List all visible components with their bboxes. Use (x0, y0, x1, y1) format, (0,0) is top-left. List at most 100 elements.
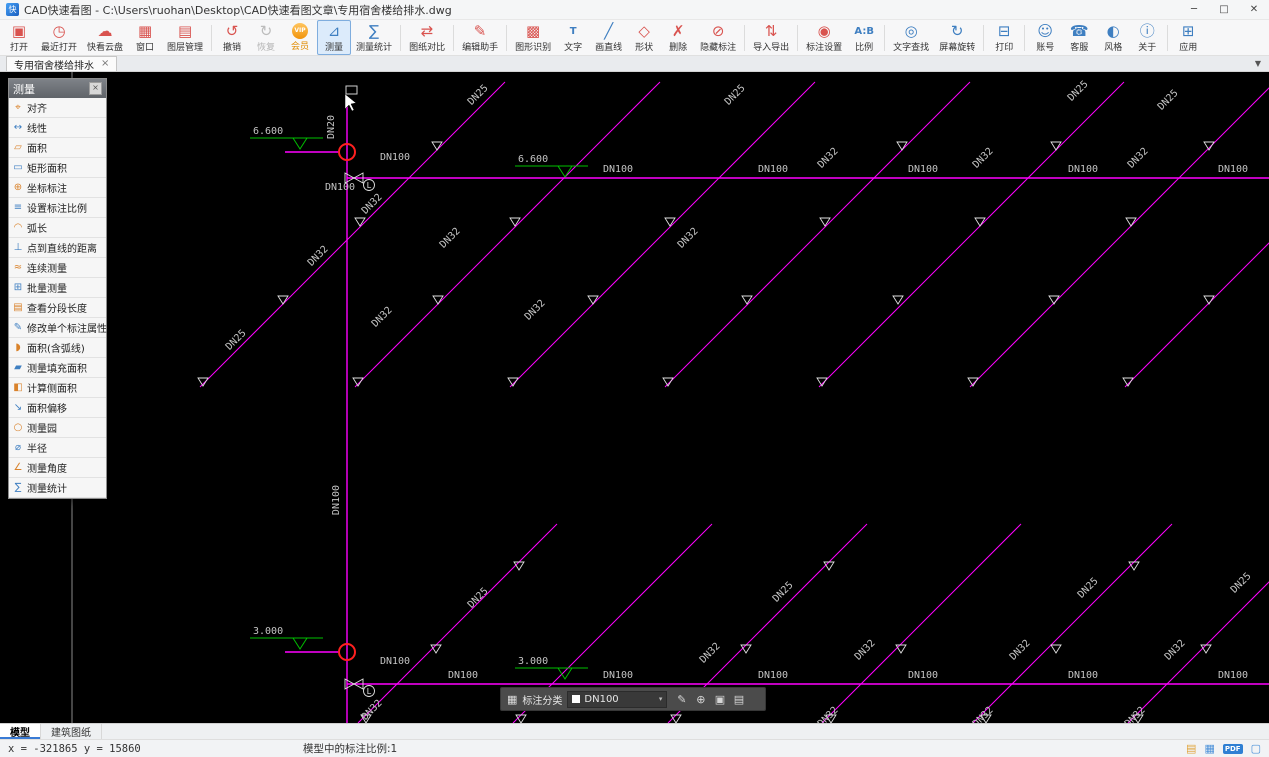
toolbar-measure-button[interactable]: ⊿ 测量 (317, 20, 352, 55)
edit-icon[interactable]: ✎ (672, 693, 691, 706)
text-icon: T (569, 25, 577, 37)
measure-panel-item[interactable]: ✎ 修改单个标注属性 (9, 318, 107, 338)
measure-panel-item[interactable]: ◧ 计算侧面积 (9, 378, 106, 398)
toolbar-print-button[interactable]: ⊟ 打印 (987, 20, 1021, 55)
toolbar-layer-manager-button[interactable]: ▤ 图层管理 (162, 20, 208, 55)
sheet-tab-模型[interactable]: 模型 (0, 724, 41, 739)
measure-panel-item[interactable]: ∑ 测量统计 (9, 478, 106, 498)
toolbar-apps-button[interactable]: ⊞ 应用 (1171, 20, 1205, 55)
toolbar-annotation-settings-button[interactable]: ◉ 标注设置 (801, 20, 847, 55)
toolbar-screen-rotate-label: 屏幕旋转 (939, 42, 976, 53)
measure-panel-item[interactable]: ▭ 矩形面积 (9, 158, 106, 178)
toolbar-hide-annotations-button[interactable]: ⊘ 隐藏标注 (695, 20, 741, 55)
measure-panel-item[interactable]: ◠ 弧长 (9, 218, 106, 238)
toolbar-screen-rotate-button[interactable]: ↻ 屏幕旋转 (934, 20, 980, 55)
classification-dropdown[interactable]: DN100 ▾ (567, 690, 668, 708)
measure-panel-item[interactable]: ≈ 连续测量 (9, 258, 106, 278)
measure-panel-title: 测量 (13, 82, 35, 96)
measure-panel-item[interactable]: ◗ 面积(含弧线) (9, 338, 106, 358)
toolbar-customer-service-button[interactable]: ☎ 客服 (1062, 20, 1096, 55)
folder-icon[interactable]: ▤ (1186, 742, 1196, 755)
toolbar-account-button[interactable]: ☺ 账号 (1028, 20, 1062, 55)
toolbar-text-button[interactable]: T 文字 (556, 20, 590, 55)
svg-text:DN32: DN32 (523, 298, 548, 323)
window-icon: ▦ (137, 21, 153, 40)
measure-item-label: 对齐 (27, 104, 47, 115)
measure-item-icon: ◠ (13, 222, 23, 233)
copy-icon[interactable]: ▣ (710, 693, 729, 706)
measure-panel-close-icon[interactable]: × (89, 82, 102, 95)
measure-panel-item[interactable]: ⌖ 对齐 (9, 98, 106, 118)
shape-recognition-icon: ▩ (526, 21, 541, 40)
measure-panel-item[interactable]: ▱ 面积 (9, 138, 106, 158)
svg-text:DN25: DN25 (1229, 571, 1254, 596)
measure-panel-item[interactable]: ⌀ 半径 (9, 438, 106, 458)
drawing-canvas[interactable]: DN100 DN100 DN100 DN100 DN100 DN100 DN100 DN32 D… (0, 72, 1269, 723)
svg-text:DN32: DN32 (306, 244, 331, 269)
toolbar-vip-label: 会员 (291, 42, 310, 52)
toolbar-measure-stats-label: 测量统计 (356, 42, 393, 53)
measure-panel-item[interactable]: ○ 测量园 (9, 418, 106, 438)
toolbar-edit-assistant-button[interactable]: ✎ 编辑助手 (457, 20, 503, 55)
image-icon[interactable]: ▦ (1204, 742, 1214, 755)
toolbar-open-button[interactable]: ▣ 打开 (2, 20, 36, 55)
document-tab[interactable]: 专用宿舍楼给排水 × (6, 56, 118, 72)
toolbar-about-button[interactable]: ⓘ 关于 (1130, 20, 1164, 55)
toolbar-measure-stats-button[interactable]: ∑ 测量统计 (351, 20, 397, 55)
measure-item-label: 面积 (27, 144, 47, 155)
toolbar-redo-button[interactable]: ↻ 恢复 (249, 20, 283, 55)
pdf-icon[interactable]: PDF (1222, 743, 1243, 754)
minimize-button[interactable]: ─ (1179, 0, 1209, 19)
move-icon[interactable]: ⊕ (691, 693, 710, 706)
toolbar-vip-button[interactable]: VIP 会员 (283, 20, 317, 55)
measure-panel-item[interactable]: ⊥ 点到直线的距离 (9, 238, 106, 258)
toolbar-drawing-compare-button[interactable]: ⇄ 图纸对比 (404, 20, 450, 55)
sheet-tab-bar: 模型 建筑图纸 (0, 723, 1269, 739)
measure-panel-header[interactable]: 测量 × (9, 79, 106, 98)
measure-panel-item[interactable]: ≡ 设置标注比例 (9, 198, 106, 218)
svg-text:DN100: DN100 (603, 164, 633, 175)
measure-panel-item[interactable]: ▰ 测量填充面积 (9, 358, 106, 378)
measure-panel-item[interactable]: ↘ 面积偏移 (9, 398, 106, 418)
measure-panel-item[interactable]: ⊕ 坐标标注 (9, 178, 106, 198)
toolbar-delete-button[interactable]: ✗ 删除 (661, 20, 695, 55)
annotation-scale-info: 模型中的标注比例:1 (303, 743, 398, 755)
maximize-button[interactable]: □ (1209, 0, 1239, 19)
close-button[interactable]: ✕ (1239, 0, 1269, 19)
tab-close-icon[interactable]: × (101, 59, 109, 69)
svg-text:DN100: DN100 (331, 485, 342, 515)
toolbar-text-search-button[interactable]: ◎ 文字查找 (888, 20, 934, 55)
toolbar-drawing-compare-label: 图纸对比 (409, 42, 446, 53)
toolbar-draw-line-button[interactable]: ╱ 画直线 (590, 20, 627, 55)
toolbar-undo-button[interactable]: ↺ 撤销 (215, 20, 249, 55)
toolbar-account-label: 账号 (1036, 42, 1055, 53)
screen-icon[interactable]: ▢ (1251, 742, 1261, 755)
toolbar-window-button[interactable]: ▦ 窗口 (128, 20, 162, 55)
measure-item-icon: ∑ (14, 482, 22, 493)
svg-text:DN100: DN100 (1218, 670, 1248, 681)
measure-panel-item[interactable]: ∠ 测量角度 (9, 458, 106, 478)
paste-icon[interactable]: ▤ (729, 693, 748, 706)
apps-icon: ⊞ (1181, 21, 1195, 40)
toolbar-scale-button[interactable]: A:B 比例 (847, 20, 881, 55)
customer-service-icon: ☎ (1069, 21, 1089, 40)
sheet-tab-建筑图纸[interactable]: 建筑图纸 (41, 724, 102, 739)
style-icon: ◐ (1106, 21, 1120, 40)
tab-overflow-icon[interactable]: ▼ (1247, 56, 1269, 71)
toolbar-recent-open-button[interactable]: ◷ 最近打开 (36, 20, 82, 55)
measure-item-icon: ▭ (13, 162, 23, 173)
toolbar-apps-label: 应用 (1179, 42, 1198, 53)
app-logo-icon: 快 (6, 3, 19, 16)
chevron-down-icon: ▾ (658, 695, 663, 703)
toolbar-shapes-button[interactable]: ◇ 形状 (627, 20, 661, 55)
toolbar-import-export-button[interactable]: ⇅ 导入导出 (748, 20, 794, 55)
toolbar-cloud-drive-button[interactable]: ☁ 快看云盘 (82, 20, 128, 55)
toolbar-style-button[interactable]: ◐ 风格 (1096, 20, 1130, 55)
measure-item-icon: ≈ (13, 262, 23, 273)
svg-text:3.000: 3.000 (518, 656, 548, 667)
measure-panel-item[interactable]: ▤ 查看分段长度 (9, 298, 106, 318)
measure-panel-item[interactable]: ⊞ 批量测量 (9, 278, 106, 298)
measure-panel-item[interactable]: ↔ 线性 (9, 118, 106, 138)
toolbar-customer-service-label: 客服 (1070, 42, 1089, 53)
toolbar-shape-recognition-button[interactable]: ▩ 图形识别 (510, 20, 556, 55)
